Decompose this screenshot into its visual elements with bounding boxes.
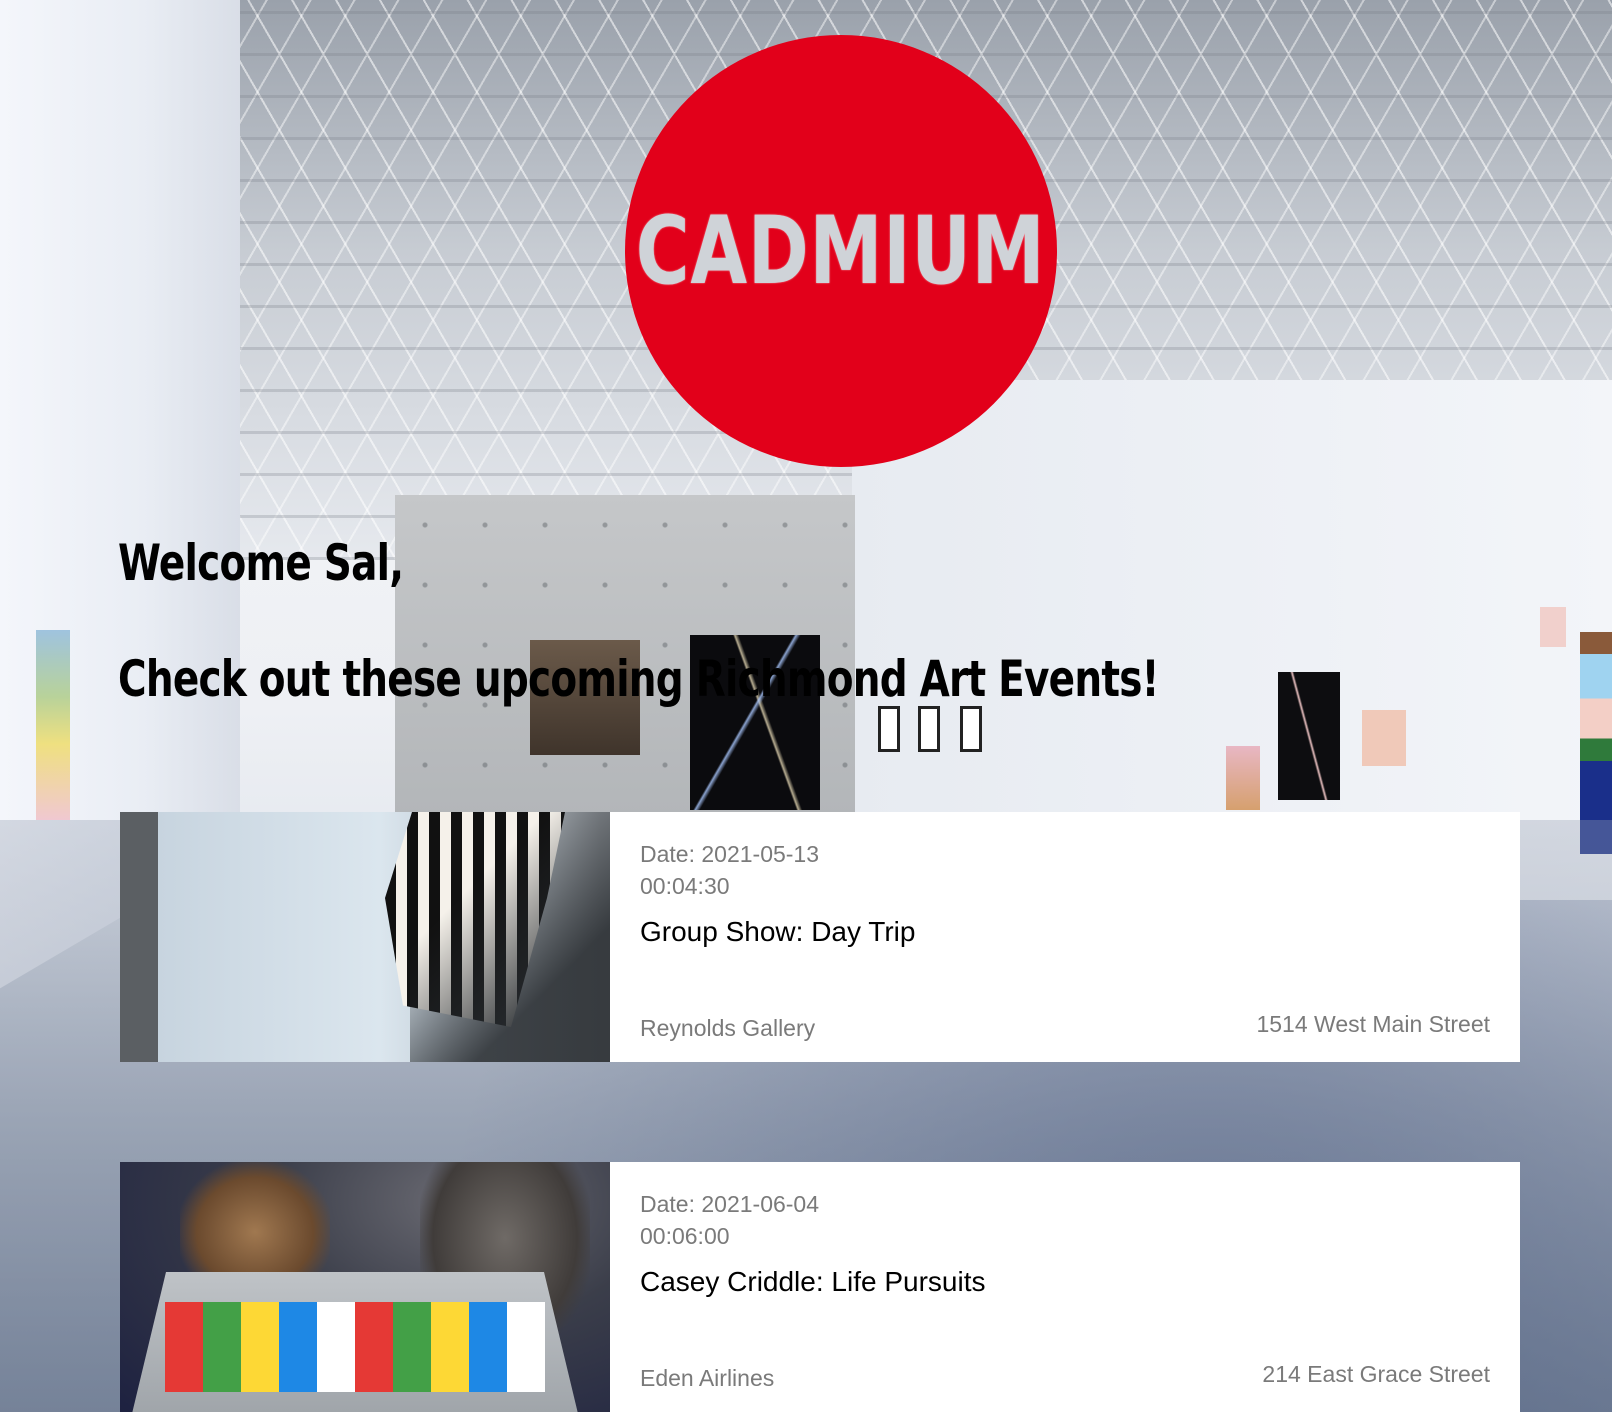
welcome-heading: Welcome Sal,: [118, 534, 404, 592]
event-venue: Reynolds Gallery: [640, 1015, 816, 1041]
background-artwork: [1226, 746, 1260, 810]
event-date: Date: 2021-05-13 00:04:30: [640, 838, 840, 902]
background-artwork: [1362, 710, 1406, 766]
background-frame: [878, 706, 900, 752]
event-address: 1514 West Main Street: [1256, 1011, 1490, 1037]
background-artwork: [1540, 607, 1566, 647]
cadmium-logo[interactable]: CADMIUM: [625, 35, 1057, 467]
event-image[interactable]: [120, 1162, 610, 1412]
event-date-label: Date: 2021-05-13: [640, 841, 820, 867]
background-artwork: [1278, 672, 1340, 800]
logo-text: CADMIUM: [636, 196, 1046, 306]
event-info: Date: 2021-06-04 00:06:00 Casey Criddle:…: [610, 1162, 1520, 1412]
event-venue: Eden Airlines: [640, 1365, 775, 1391]
event-card[interactable]: Date: 2021-06-04 00:06:00 Casey Criddle:…: [120, 1162, 1520, 1412]
event-time: 00:04:30: [640, 873, 730, 899]
background-frame: [960, 706, 982, 752]
event-image-shadow: [410, 812, 610, 1062]
events-heading: Check out these upcoming Richmond Art Ev…: [118, 650, 1159, 708]
background-artwork: [36, 630, 70, 820]
event-address: 214 East Grace Street: [1262, 1361, 1490, 1387]
event-date: Date: 2021-06-04 00:06:00: [640, 1188, 840, 1252]
event-title[interactable]: Group Show: Day Trip: [640, 916, 1490, 948]
background-frame: [918, 706, 940, 752]
event-date-label: Date: 2021-06-04: [640, 1191, 820, 1217]
event-info: Date: 2021-05-13 00:04:30 Group Show: Da…: [610, 812, 1520, 1062]
page: CADMIUM Welcome Sal, Check out these upc…: [0, 0, 1612, 1412]
event-card[interactable]: Date: 2021-05-13 00:04:30 Group Show: Da…: [120, 812, 1520, 1062]
event-image-candy: [165, 1302, 545, 1392]
event-title[interactable]: Casey Criddle: Life Pursuits: [640, 1266, 1490, 1298]
event-image[interactable]: [120, 812, 610, 1062]
event-time: 00:06:00: [640, 1223, 730, 1249]
